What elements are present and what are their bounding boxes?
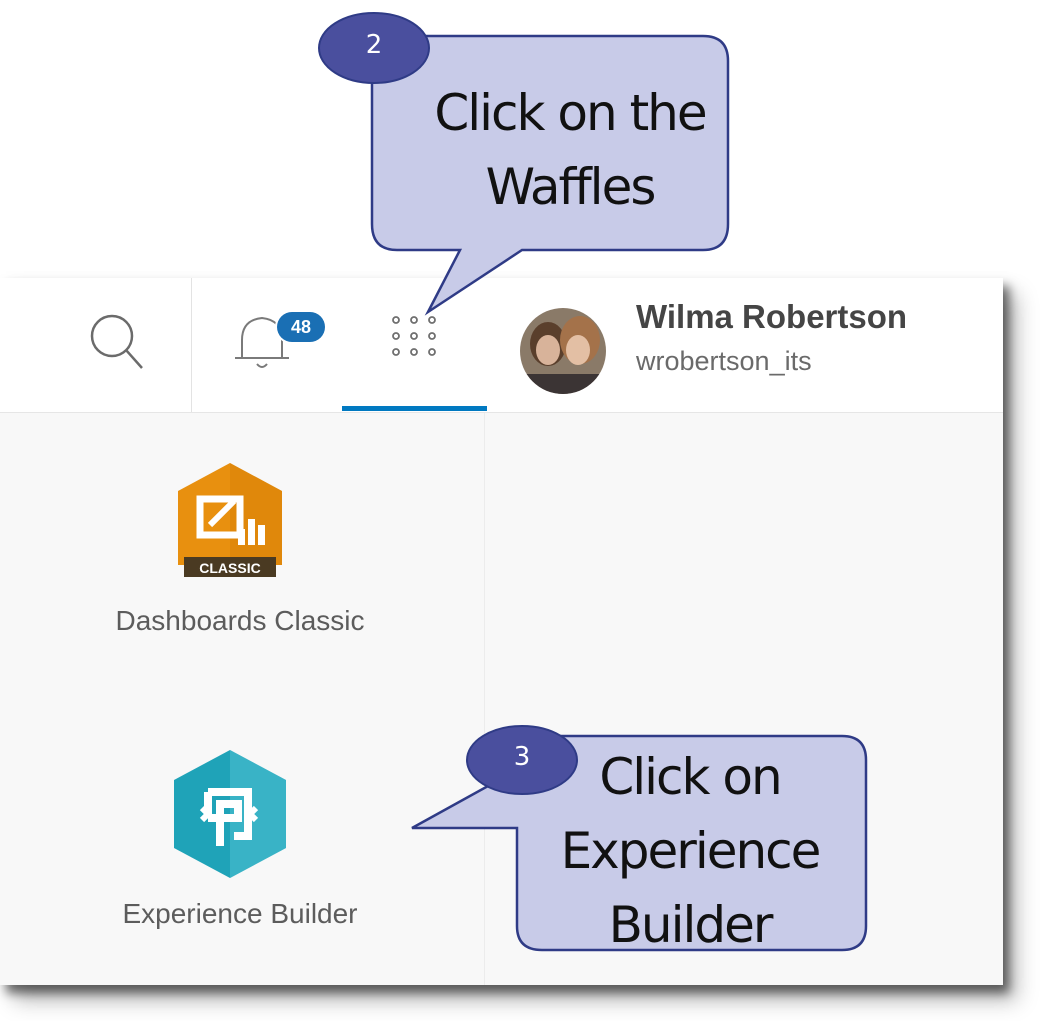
callout-line: Builder (608, 896, 774, 954)
callout-bubble-shape (411, 725, 868, 952)
user-username: wrobertson_its (636, 346, 812, 376)
step-number: 2 (365, 30, 383, 60)
app-label-dashboards-classic: Dashboards Classic (115, 605, 365, 636)
app-tile-dashboards-classic[interactable]: CLASSIC Dashboards Classic (40, 453, 460, 683)
callout-step-3: 3 Click on Experience Builder (0, 700, 1051, 970)
callout-line: Click on the (434, 84, 707, 142)
classic-badge-text: CLASSIC (199, 560, 261, 576)
callout-line: Waffles (485, 158, 657, 216)
callout-step-2: 2 Click on the Waffles (0, 0, 1051, 330)
callout-line: Experience (560, 822, 822, 880)
active-tab-indicator (342, 406, 487, 411)
callout-line: Click on (599, 748, 782, 806)
